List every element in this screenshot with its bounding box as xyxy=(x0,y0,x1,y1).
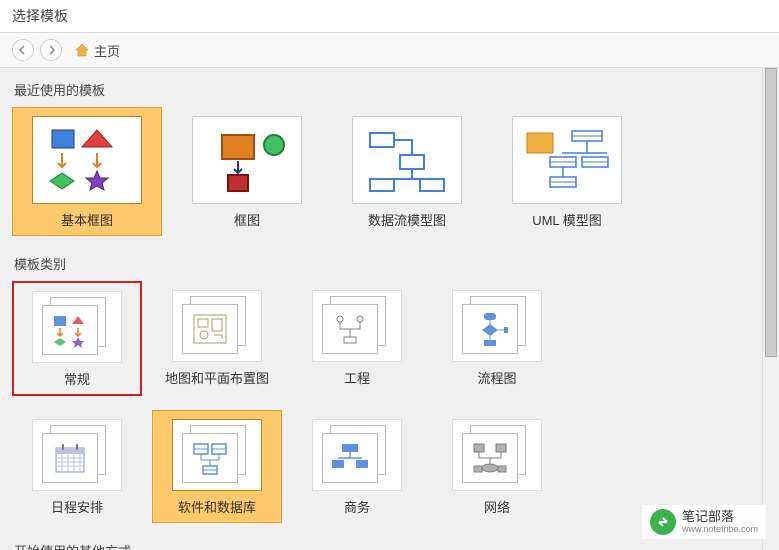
category-engineering[interactable]: 工程 xyxy=(292,281,422,396)
category-label: 软件和数据库 xyxy=(178,497,256,516)
uml-icon xyxy=(522,125,612,195)
template-thumb xyxy=(32,116,142,204)
category-thumb xyxy=(172,290,262,362)
category-software-db[interactable]: 软件和数据库 xyxy=(152,410,282,523)
network-icon xyxy=(470,440,510,476)
breadcrumb[interactable]: 主页 xyxy=(74,41,120,60)
watermark: 笔记部落 www.notetribe.com xyxy=(641,504,767,540)
forward-button[interactable] xyxy=(40,39,62,61)
engineering-icon xyxy=(330,311,370,347)
recent-templates-row: 基本框图 框图 xyxy=(12,107,767,236)
home-icon xyxy=(74,42,90,58)
category-label: 网络 xyxy=(484,497,510,516)
scroll-thumb[interactable] xyxy=(765,68,777,357)
section-categories-title: 模板类别 xyxy=(12,250,767,281)
category-thumb xyxy=(452,419,542,491)
general-icon xyxy=(50,312,90,348)
category-thumb xyxy=(172,419,262,491)
template-label: 框图 xyxy=(234,210,260,229)
breadcrumb-home: 主页 xyxy=(94,41,120,60)
basic-block-icon xyxy=(42,125,132,195)
dataflow-icon xyxy=(362,125,452,195)
category-label: 日程安排 xyxy=(51,497,103,516)
template-thumb xyxy=(512,116,622,204)
category-maps[interactable]: 地图和平面布置图 xyxy=(152,281,282,396)
vertical-scrollbar[interactable] xyxy=(762,68,779,550)
template-uml[interactable]: UML 模型图 xyxy=(492,107,642,236)
watermark-url: www.notetribe.com xyxy=(682,524,758,534)
block-icon xyxy=(202,125,292,195)
template-dataflow[interactable]: 数据流模型图 xyxy=(332,107,482,236)
category-general[interactable]: 常规 xyxy=(12,281,142,396)
watermark-name: 笔记部落 xyxy=(682,510,758,524)
window-title: 选择模板 xyxy=(0,0,779,32)
navigation-bar: 主页 xyxy=(0,32,779,68)
category-thumb xyxy=(452,290,542,362)
category-business[interactable]: 商务 xyxy=(292,410,422,523)
template-thumb xyxy=(352,116,462,204)
category-label: 地图和平面布置图 xyxy=(165,368,269,387)
category-label: 流程图 xyxy=(477,368,516,387)
template-block[interactable]: 框图 xyxy=(172,107,322,236)
back-arrow-icon xyxy=(18,45,28,55)
section-recent-title: 最近使用的模板 xyxy=(12,76,767,107)
category-label: 工程 xyxy=(344,368,370,387)
watermark-badge-icon xyxy=(650,509,676,535)
calendar-icon xyxy=(50,440,90,476)
forward-arrow-icon xyxy=(46,45,56,55)
software-db-icon xyxy=(190,440,230,476)
category-thumb xyxy=(312,290,402,362)
template-label: 数据流模型图 xyxy=(368,210,446,229)
back-button[interactable] xyxy=(12,39,34,61)
category-label: 商务 xyxy=(344,497,370,516)
categories-row-1: 常规 地图和平面布置图 xyxy=(12,281,767,396)
category-label: 常规 xyxy=(64,369,90,388)
category-flowchart[interactable]: 流程图 xyxy=(432,281,562,396)
title-text: 选择模板 xyxy=(12,8,68,24)
template-basic-block[interactable]: 基本框图 xyxy=(12,107,162,236)
category-thumb xyxy=(32,419,122,491)
category-schedule[interactable]: 日程安排 xyxy=(12,410,142,523)
flowchart-icon xyxy=(470,311,510,347)
category-thumb xyxy=(312,419,402,491)
content-area: 最近使用的模板 基本框图 xyxy=(0,68,779,550)
maps-icon xyxy=(190,311,230,347)
business-icon xyxy=(330,440,370,476)
template-label: UML 模型图 xyxy=(532,210,602,229)
category-thumb xyxy=(32,291,122,363)
category-network[interactable]: 网络 xyxy=(432,410,562,523)
template-thumb xyxy=(192,116,302,204)
template-label: 基本框图 xyxy=(61,210,113,229)
